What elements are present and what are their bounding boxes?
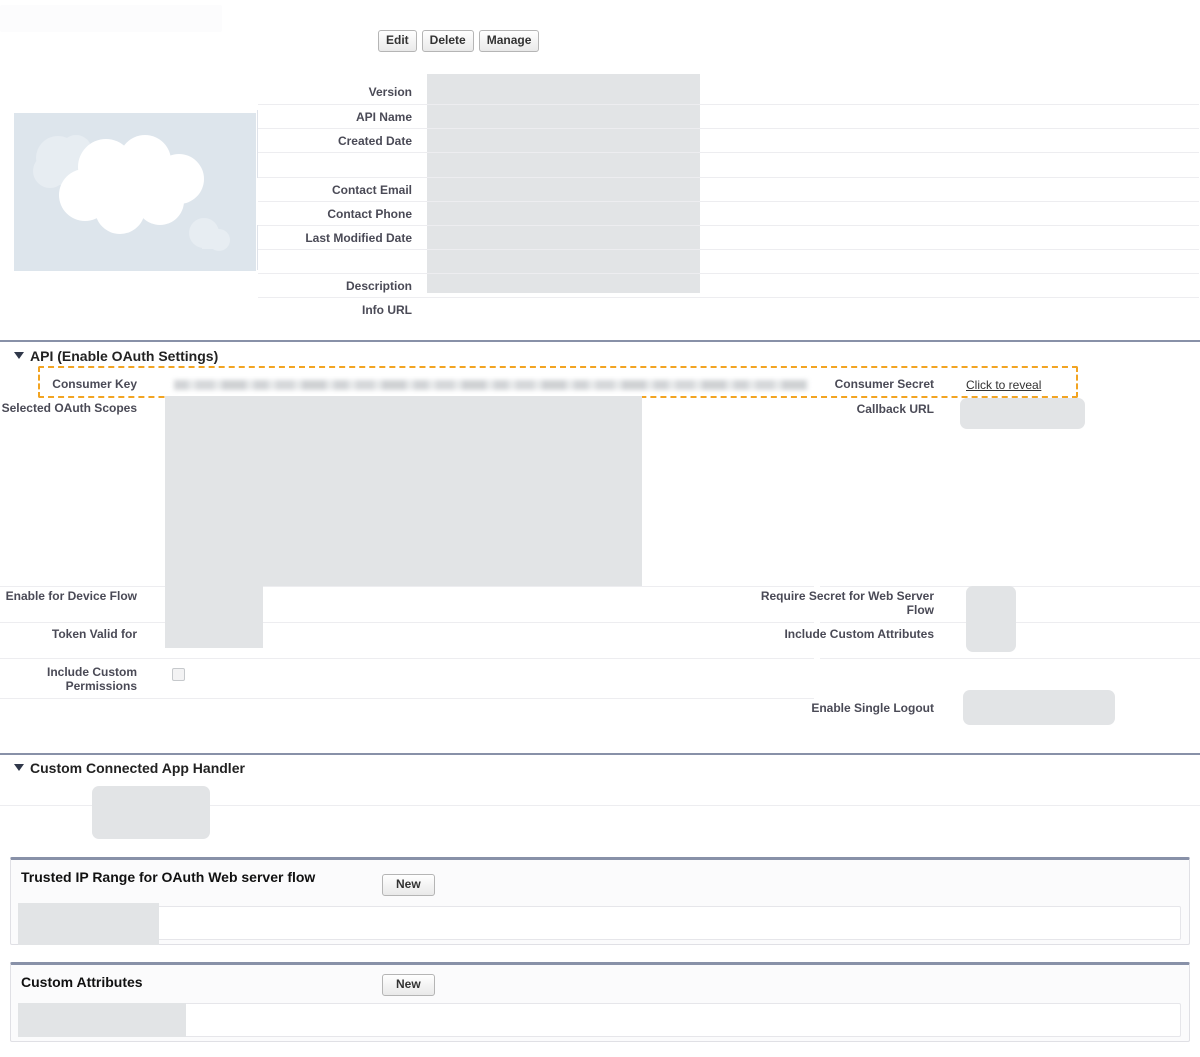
detail-row-divider xyxy=(258,152,1199,153)
field-label-info-url: Info URL xyxy=(362,303,412,317)
custom-attributes-row-redacted xyxy=(18,1003,186,1037)
enable-single-logout-label-text: Enable Single Logout xyxy=(811,701,934,715)
detail-row-divider xyxy=(258,273,1199,274)
custom-attributes-header: Custom Attributes New xyxy=(11,965,1189,1041)
custom-attributes-title: Custom Attributes xyxy=(21,974,143,990)
handler-section-title: Custom Connected App Handler xyxy=(30,760,245,776)
require-secret-attributes-value-redacted xyxy=(966,586,1016,652)
api-section-title: API (Enable OAuth Settings) xyxy=(30,348,219,364)
trusted-ip-range-table xyxy=(19,906,1181,940)
require-secret-label-text: Require Secret for Web Server Flow xyxy=(760,589,934,617)
chevron-down-icon[interactable] xyxy=(14,764,24,771)
delete-button[interactable]: Delete xyxy=(421,30,474,52)
page-title-redacted xyxy=(0,5,222,32)
api-row-divider xyxy=(820,658,1200,659)
device-flow-token-value-redacted xyxy=(165,586,263,648)
custom-attributes-related-list: Custom Attributes New xyxy=(10,962,1190,1042)
api-row-divider xyxy=(0,586,814,587)
trusted-ip-range-new-button[interactable]: New xyxy=(382,874,435,896)
enable-single-logout-value-redacted xyxy=(963,690,1115,725)
field-label-consumer-key: Consumer Key xyxy=(52,377,137,391)
detail-row-divider xyxy=(258,128,1199,129)
consumer-key-value-redacted xyxy=(168,375,814,394)
callback-url-value-redacted xyxy=(960,398,1085,429)
detail-row-divider xyxy=(258,225,1199,226)
connected-app-detail-page: Edit Delete Manage Version API Name Crea… xyxy=(0,0,1200,1057)
handler-section-header[interactable]: Custom Connected App Handler xyxy=(14,760,245,776)
field-label-api-name: API Name xyxy=(355,110,412,124)
detail-values-redacted xyxy=(427,74,700,293)
custom-attributes-table xyxy=(19,1003,1181,1037)
consumer-secret-reveal-link[interactable]: Click to reveal xyxy=(966,378,1041,392)
api-row-divider xyxy=(0,698,814,699)
field-label-created-date: Created Date xyxy=(337,134,412,148)
field-label-enable-single-logout: Enable Single Logout xyxy=(760,701,942,715)
handler-value-redacted xyxy=(92,786,210,839)
api-section-rule xyxy=(0,340,1200,342)
selected-oauth-scopes-value-redacted xyxy=(165,396,642,586)
trusted-ip-range-row-redacted xyxy=(18,903,159,945)
api-row-divider xyxy=(0,622,814,623)
field-label-contact-phone: Contact Phone xyxy=(327,207,412,221)
field-label-version: Version xyxy=(368,85,412,99)
detail-row-divider xyxy=(258,177,1199,178)
detail-row-divider xyxy=(258,201,1199,202)
trusted-ip-range-header: Trusted IP Range for OAuth Web server fl… xyxy=(11,860,1189,944)
field-label-selected-oauth-scopes: Selected OAuth Scopes xyxy=(1,401,137,415)
field-label-consumer-secret: Consumer Secret xyxy=(834,377,934,391)
field-label-callback-url: Callback URL xyxy=(856,402,934,416)
field-label-enable-device-flow: Enable for Device Flow xyxy=(5,589,137,603)
detail-row-divider xyxy=(258,104,1199,105)
include-custom-attributes-label-text: Include Custom Attributes xyxy=(784,627,934,641)
custom-attributes-new-button[interactable]: New xyxy=(382,974,435,996)
cloud-icon xyxy=(33,135,230,251)
include-custom-permissions-checkbox[interactable] xyxy=(172,668,185,681)
handler-section-rule xyxy=(0,753,1200,755)
field-label-description: Description xyxy=(345,279,412,293)
manage-button[interactable]: Manage xyxy=(478,30,540,52)
field-label-token-valid-for: Token Valid for xyxy=(51,627,137,641)
api-row-divider xyxy=(0,658,814,659)
field-label-last-modified-date: Last Modified Date xyxy=(305,231,412,245)
field-label-require-secret-web-server-flow: Require Secret for Web Server Flow xyxy=(760,589,942,617)
detail-row-divider xyxy=(258,249,1199,250)
include-custom-permissions-label-text: Include Custom Permissions xyxy=(46,665,137,693)
chevron-down-icon[interactable] xyxy=(14,352,24,359)
api-section-header[interactable]: API (Enable OAuth Settings) xyxy=(14,348,218,364)
field-label-include-custom-attributes: Include Custom Attributes xyxy=(760,627,942,641)
field-label-include-custom-permissions: Include Custom Permissions xyxy=(0,665,145,693)
detail-row-divider xyxy=(258,297,1199,298)
connected-app-logo-image xyxy=(14,113,256,271)
edit-button[interactable]: Edit xyxy=(378,30,417,52)
field-label-contact-email: Contact Email xyxy=(331,183,412,197)
detail-action-buttons: Edit Delete Manage xyxy=(378,30,540,52)
trusted-ip-range-related-list: Trusted IP Range for OAuth Web server fl… xyxy=(10,857,1190,945)
trusted-ip-range-title: Trusted IP Range for OAuth Web server fl… xyxy=(21,869,316,885)
